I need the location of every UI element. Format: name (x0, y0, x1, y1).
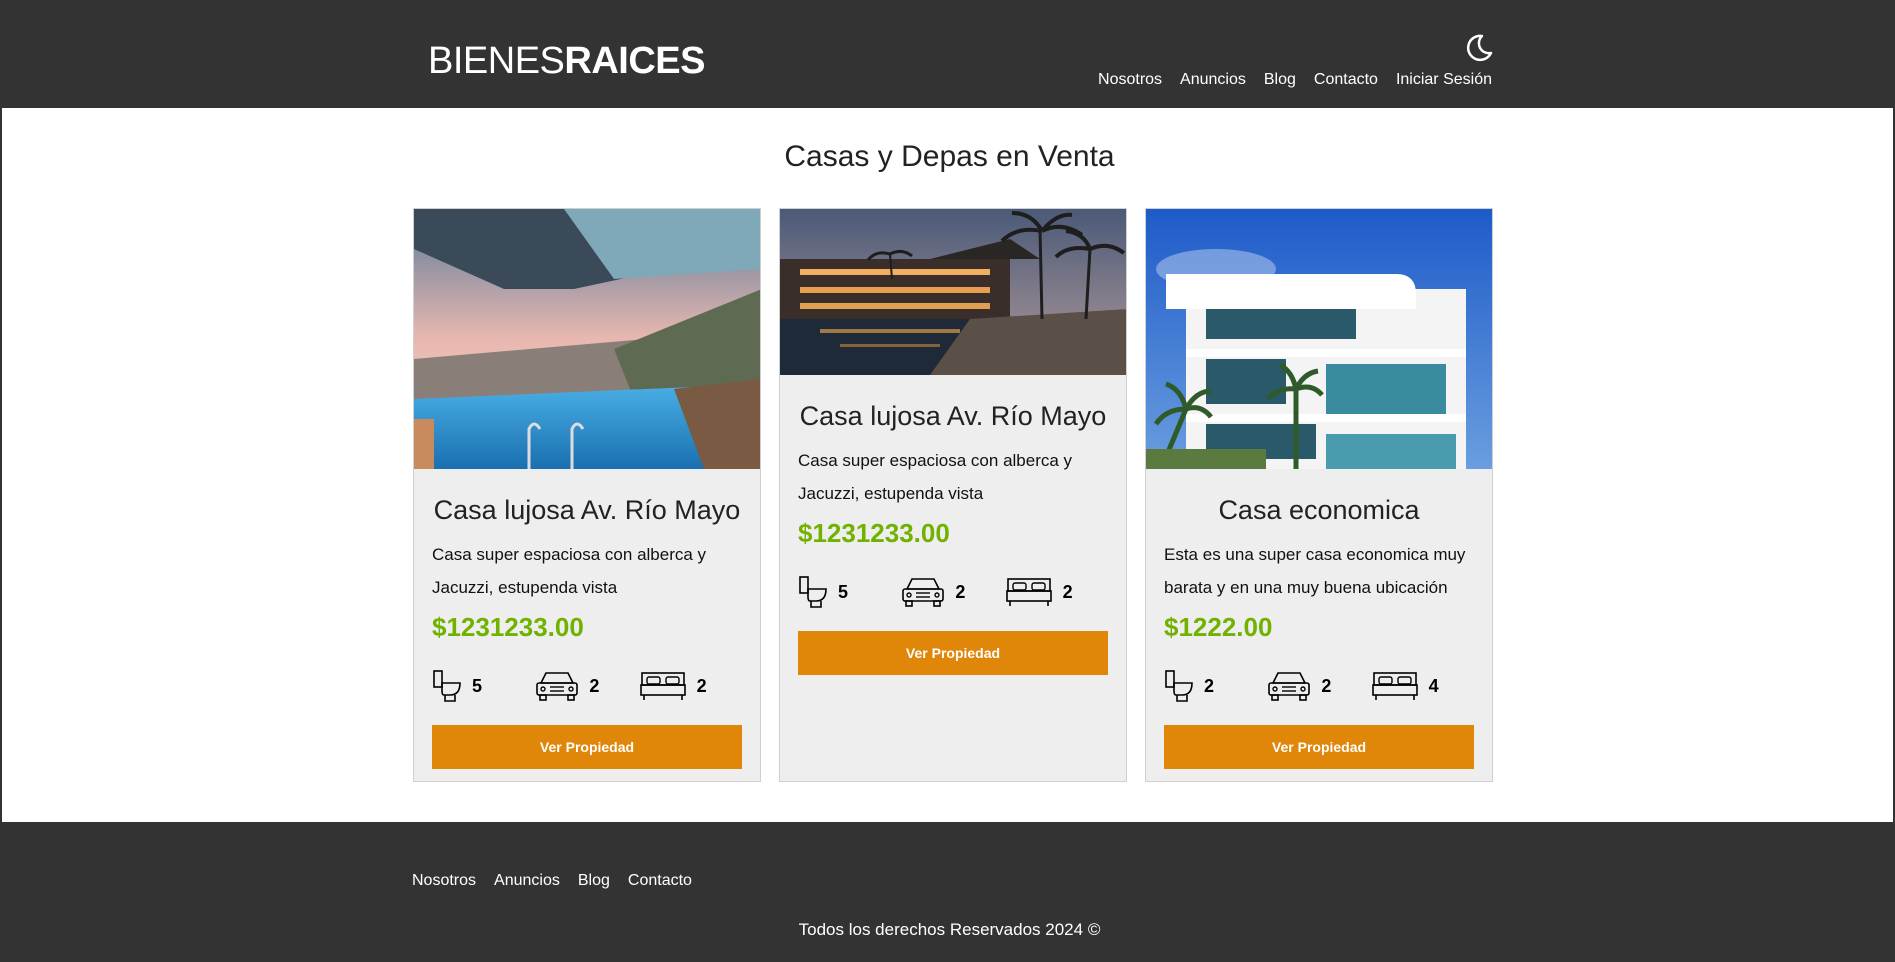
car-icon (536, 672, 579, 701)
parking-count: 2 (955, 581, 966, 602)
property-description: Esta es una super casa economica muy bar… (1164, 545, 1466, 597)
bathrooms-count: 5 (838, 581, 849, 602)
feature-parking: 2 (901, 575, 1004, 609)
property-card: Casa lujosa Av. Río Mayo Casa super espa… (779, 208, 1127, 782)
view-property-button[interactable]: Ver Propiedad (798, 631, 1108, 675)
bedrooms-count: 4 (1428, 675, 1439, 696)
property-description: Casa super espaciosa con alberca y Jacuz… (432, 545, 707, 597)
toilet-icon (433, 670, 461, 702)
bed-icon (1005, 578, 1052, 606)
footer-link-contacto[interactable]: Contacto (628, 872, 692, 890)
page: BIENESRAICES Nosotros Anuncios Blog Cont… (0, 0, 1895, 962)
feature-bedrooms: 2 (639, 669, 742, 703)
property-features: 2 2 4 (1164, 669, 1474, 703)
nav-link-login[interactable]: Iniciar Sesión (1396, 71, 1492, 89)
footer-link-anuncios[interactable]: Anuncios (494, 872, 560, 890)
property-image[interactable] (414, 209, 760, 469)
feature-bathrooms: 5 (432, 669, 535, 703)
feature-bedrooms: 4 (1371, 669, 1474, 703)
site-header: BIENESRAICES Nosotros Anuncios Blog Cont… (2, 0, 1895, 108)
bed-icon (639, 672, 686, 700)
property-card: Casa economica Esta es una super casa ec… (1145, 208, 1493, 782)
bathrooms-count: 2 (1204, 675, 1215, 696)
nav-link-nosotros[interactable]: Nosotros (1098, 71, 1162, 89)
property-image[interactable] (1146, 209, 1492, 469)
feature-parking: 2 (535, 669, 638, 703)
toilet-icon (799, 576, 827, 608)
property-price: $1222.00 (1164, 612, 1273, 642)
footer-nav: Nosotros Anuncios Blog Contacto (412, 872, 692, 890)
nav-link-blog[interactable]: Blog (1264, 71, 1296, 89)
bedrooms-count: 2 (696, 675, 707, 696)
property-title: Casa economica (1218, 495, 1420, 525)
moon-icon[interactable] (1464, 33, 1494, 63)
bed-icon (1371, 672, 1418, 700)
nav-link-anuncios[interactable]: Anuncios (1180, 71, 1246, 89)
footer-link-nosotros[interactable]: Nosotros (412, 872, 476, 890)
nav-link-contacto[interactable]: Contacto (1314, 71, 1378, 89)
toilet-icon (1165, 670, 1193, 702)
property-features: 5 2 2 (432, 669, 742, 703)
page-title: Casas y Depas en Venta (784, 140, 1115, 173)
parking-count: 2 (589, 675, 600, 696)
bedrooms-count: 2 (1062, 581, 1073, 602)
logo-text-light: BIENES (428, 40, 565, 82)
site-footer: Nosotros Anuncios Blog Contacto Todos lo… (2, 822, 1895, 962)
parking-count: 2 (1321, 675, 1332, 696)
property-price: $1231233.00 (432, 612, 584, 642)
feature-bedrooms: 2 (1005, 575, 1108, 609)
property-title: Casa lujosa Av. Río Mayo (433, 495, 741, 525)
property-features: 5 2 2 (798, 575, 1108, 609)
feature-bathrooms: 2 (1164, 669, 1267, 703)
main-nav: Nosotros Anuncios Blog Contacto Iniciar … (1098, 71, 1492, 89)
property-title: Casa lujosa Av. Río Mayo (799, 401, 1107, 431)
property-price: $1231233.00 (798, 518, 950, 548)
property-image[interactable] (780, 209, 1126, 375)
footer-link-blog[interactable]: Blog (578, 872, 610, 890)
property-description: Casa super espaciosa con alberca y Jacuz… (798, 451, 1073, 503)
view-property-button[interactable]: Ver Propiedad (1164, 725, 1474, 769)
feature-bathrooms: 5 (798, 575, 901, 609)
logo-text-bold: RAICES (564, 40, 705, 82)
car-icon (1268, 672, 1311, 701)
site-logo[interactable]: BIENESRAICES (428, 40, 705, 83)
bathrooms-count: 5 (472, 675, 483, 696)
view-property-button[interactable]: Ver Propiedad (432, 725, 742, 769)
car-icon (902, 578, 945, 607)
feature-parking: 2 (1267, 669, 1370, 703)
property-card: Casa lujosa Av. Río Mayo Casa super espa… (413, 208, 761, 782)
copyright-text: Todos los derechos Reservados 2024 © (798, 920, 1101, 939)
